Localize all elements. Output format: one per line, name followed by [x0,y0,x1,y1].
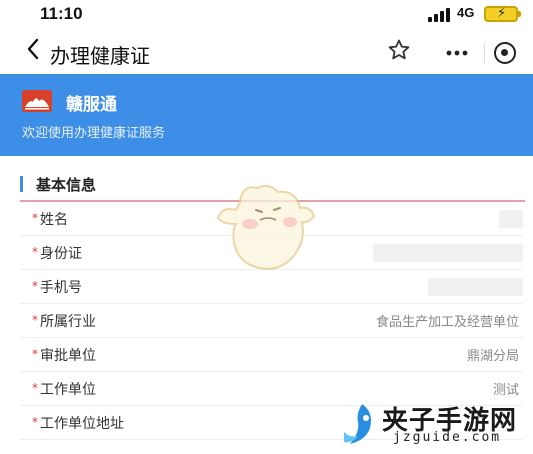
close-mini-program-button[interactable] [494,42,516,64]
field-label: 工作单位 [40,382,96,398]
field-label: 所属行业 [40,314,96,330]
redacted-value [499,210,523,228]
network-type: 4G [457,5,475,20]
section-accent-bar [20,176,23,192]
form-row-industry[interactable]: * 所属行业 食品生产加工及经营单位 [20,304,523,338]
required-mark: * [32,245,38,259]
mascot-sticker [212,180,322,275]
favorite-button[interactable] [387,38,411,67]
field-label: 工作单位地址 [40,416,124,432]
field-label: 姓名 [40,212,68,228]
status-bar: 11:10 4G ⚡ [0,0,533,30]
field-label: 身份证 [40,246,82,262]
status-time: 11:10 [40,4,83,23]
redacted-value [428,278,523,296]
battery-icon: ⚡ [484,6,521,22]
field-value: 测试 [492,383,519,398]
field-value: 鼎湖分局 [466,349,519,364]
mini-program-capsule [432,38,526,68]
required-mark: * [32,279,38,293]
nav-bar: 办理健康证 [0,30,533,74]
charging-bolt-icon: ⚡ [497,6,507,21]
required-mark: * [32,381,38,395]
brand-name: 赣服通 [66,95,117,115]
field-label: 审批单位 [40,348,96,364]
banner-subtitle: 欢迎使用办理健康证服务 [22,126,166,141]
star-icon [388,39,410,60]
capsule-divider [484,43,485,63]
page-title: 办理健康证 [50,44,150,68]
section-title: 基本信息 [36,176,97,194]
field-label: 手机号 [40,280,82,296]
watermark-url: jzguide.com [393,430,502,445]
service-banner: 赣服通 欢迎使用办理健康证服务 [0,74,533,156]
back-button[interactable] [26,38,40,64]
watermark-logo-icon [340,402,380,446]
field-value: 食品生产加工及经营单位 [375,315,519,330]
required-mark: * [32,415,38,429]
chevron-left-icon [27,38,39,60]
more-button[interactable] [432,38,482,68]
brand-logo-icon [22,90,52,112]
required-mark: * [32,347,38,361]
required-mark: * [32,313,38,327]
form-row-phone[interactable]: * 手机号 [20,270,523,304]
required-mark: * [32,211,38,225]
redacted-value [373,244,523,262]
form-row-approval-unit[interactable]: * 审批单位 鼎湖分局 [20,338,523,372]
signal-strength-icon [428,8,454,22]
more-dots-icon [446,50,468,56]
